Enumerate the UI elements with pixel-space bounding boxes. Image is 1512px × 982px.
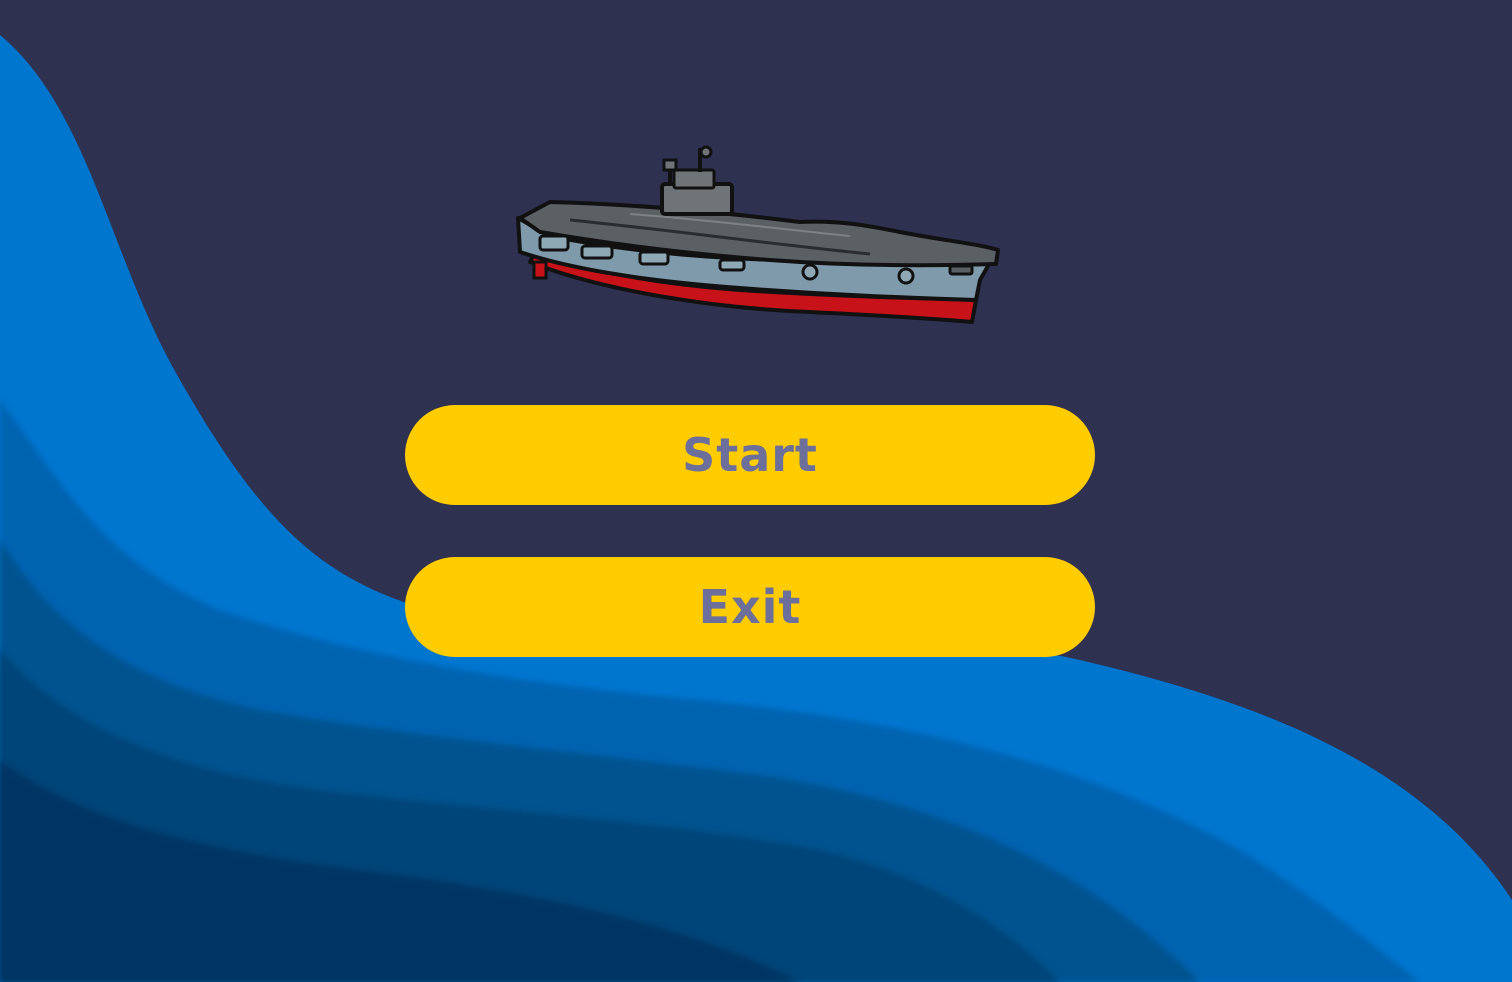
aircraft-carrier-icon — [516, 145, 1000, 324]
start-button[interactable]: Start — [405, 405, 1095, 505]
exit-button[interactable]: Exit — [405, 557, 1095, 657]
main-menu-screen: Start Exit — [0, 0, 1512, 982]
